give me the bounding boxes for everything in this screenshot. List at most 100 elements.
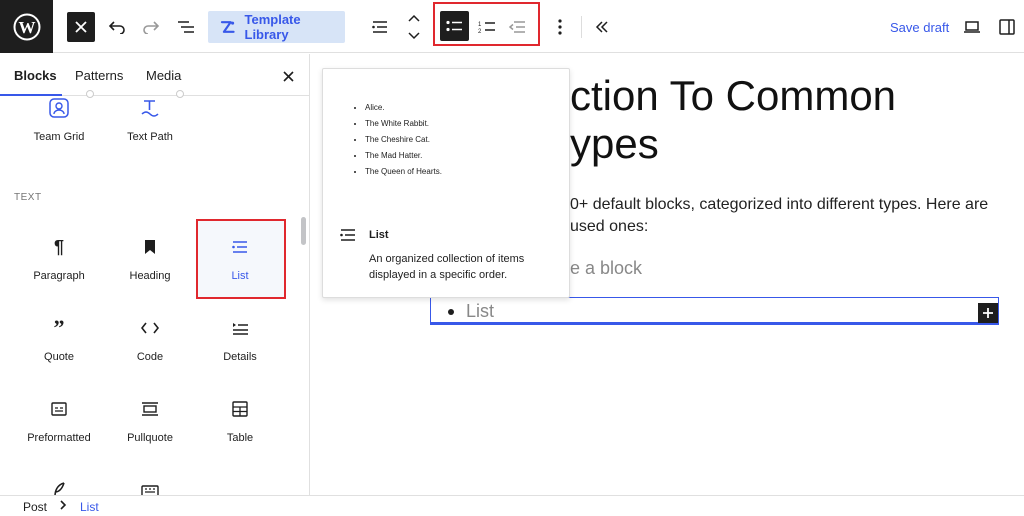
close-icon	[75, 21, 87, 33]
block-item-label: Table	[226, 432, 254, 444]
block-item-code[interactable]: Code	[106, 315, 194, 363]
preformatted-icon	[15, 396, 103, 422]
block-item-label: Team Grid	[33, 131, 85, 143]
preview-title: List	[369, 229, 389, 241]
wordpress-logo-icon[interactable]: W	[0, 0, 53, 53]
breadcrumb: Post List	[0, 495, 1024, 516]
plus-icon	[983, 308, 993, 318]
editor-app: W Template Library 12 Save draft Blocks …	[0, 0, 1024, 516]
block-item-keyboard[interactable]	[106, 477, 194, 495]
preview-list-item: The Mad Hatter.	[365, 151, 442, 160]
block-item-text-path[interactable]: Text Path	[106, 95, 194, 143]
block-item-label: Paragraph	[33, 270, 85, 282]
unordered-list-button[interactable]	[440, 11, 469, 41]
laptop-icon	[964, 21, 980, 33]
list-item-placeholder[interactable]: List	[466, 301, 494, 322]
block-item-label: List	[231, 270, 249, 282]
tab-blocks[interactable]: Blocks	[14, 68, 57, 83]
block-item-heading[interactable]: Heading	[106, 234, 194, 282]
section-title-text: TEXT	[14, 192, 42, 203]
list-view-icon	[178, 21, 194, 33]
block-item-quote[interactable]: ” Quote	[15, 315, 103, 363]
paragraph-line-1[interactable]: 0+ default blocks, categorized into diff…	[570, 196, 988, 214]
sidebar-toggle-icon	[999, 19, 1015, 35]
block-item-label: Details	[223, 351, 257, 363]
transform-block-button[interactable]	[364, 11, 396, 43]
template-library-label: Template Library	[244, 12, 301, 42]
move-block-button[interactable]	[398, 8, 430, 46]
collapse-toolbar-button[interactable]	[586, 11, 618, 43]
block-item-team-grid[interactable]: Team Grid	[15, 95, 103, 143]
undo-button[interactable]	[101, 11, 133, 43]
block-item-pullquote[interactable]: Pullquote	[106, 396, 194, 444]
close-icon	[282, 70, 294, 82]
sidebar-scrollbar[interactable]	[301, 217, 306, 245]
inserter-tabs: Blocks Patterns Media	[0, 54, 309, 96]
block-options-button[interactable]	[544, 11, 576, 43]
list-block-icon	[372, 21, 387, 33]
ordered-list-button[interactable]: 12	[471, 11, 503, 43]
keyboard-icon	[106, 477, 194, 495]
post-heading-line-1[interactable]: ction To Common	[570, 72, 896, 120]
block-item-table[interactable]: Table	[196, 396, 284, 444]
pullquote-icon	[106, 396, 194, 422]
preview-list-item: Alice.	[365, 103, 442, 112]
top-toolbar: W Template Library 12 Save draft	[0, 0, 1024, 53]
paragraph-icon: ¶	[53, 236, 64, 257]
numbered-list-icon: 12	[478, 22, 495, 34]
block-item-label: Pullquote	[127, 432, 173, 444]
paragraph-line-2[interactable]: used ones:	[570, 218, 648, 236]
settings-sidebar-button[interactable]	[991, 11, 1023, 43]
code-icon	[106, 315, 194, 341]
breadcrumb-post[interactable]: Post	[23, 500, 47, 514]
block-item-label: Preformatted	[27, 432, 91, 444]
preview-list-item: The Queen of Hearts.	[365, 167, 442, 176]
more-vertical-icon	[558, 19, 562, 35]
toolbar-divider	[581, 16, 582, 38]
preview-device-button[interactable]	[956, 11, 988, 43]
template-library-icon	[220, 21, 235, 33]
preview-list: Alice. The White Rabbit. The Cheshire Ca…	[365, 103, 442, 183]
table-icon	[196, 396, 284, 422]
bookmark-icon	[106, 234, 194, 260]
list-icon	[196, 234, 284, 260]
chevron-right-icon	[59, 499, 67, 514]
post-heading-line-2[interactable]: ypes	[570, 120, 659, 168]
document-overview-button[interactable]	[170, 11, 202, 43]
close-inserter-button[interactable]	[67, 12, 95, 42]
tab-patterns[interactable]: Patterns	[75, 68, 123, 83]
svg-text:W: W	[18, 18, 35, 37]
block-item-list[interactable]: List	[196, 234, 284, 282]
breadcrumb-list[interactable]: List	[80, 500, 99, 514]
tab-media[interactable]: Media	[146, 68, 181, 83]
block-item-details[interactable]: Details	[196, 315, 284, 363]
add-block-button[interactable]	[978, 303, 998, 323]
list-block[interactable]: List	[430, 297, 999, 325]
quote-icon: ”	[53, 315, 65, 340]
template-library-button[interactable]: Template Library	[208, 11, 345, 43]
block-item-label: Code	[136, 351, 164, 363]
redo-button[interactable]	[135, 11, 167, 43]
block-placeholder[interactable]: e a block	[570, 258, 642, 279]
outdent-icon	[508, 21, 525, 33]
bullet-list-icon	[446, 20, 462, 32]
block-item-label: Text Path	[127, 131, 173, 143]
list-icon	[339, 227, 357, 248]
block-item-preformatted[interactable]: Preformatted	[15, 396, 103, 444]
close-sidebar-button[interactable]	[278, 66, 298, 86]
block-item-verse[interactable]	[15, 477, 103, 495]
block-item-label: Heading	[129, 270, 171, 282]
team-grid-icon	[15, 95, 103, 121]
svg-text:2: 2	[478, 29, 482, 34]
badge-dot	[176, 90, 184, 98]
preview-list-item: The Cheshire Cat.	[365, 135, 442, 144]
save-draft-button[interactable]: Save draft	[890, 20, 949, 35]
outdent-button[interactable]	[501, 11, 533, 43]
badge-dot	[86, 90, 94, 98]
preview-description: An organized collection of items display…	[369, 253, 525, 281]
block-inserter-sidebar: Blocks Patterns Media Team Grid Text Pat…	[0, 54, 310, 495]
undo-icon	[108, 21, 125, 34]
text-path-icon	[106, 95, 194, 121]
block-item-paragraph[interactable]: ¶ Paragraph	[15, 234, 103, 283]
list-bullet	[448, 309, 454, 315]
